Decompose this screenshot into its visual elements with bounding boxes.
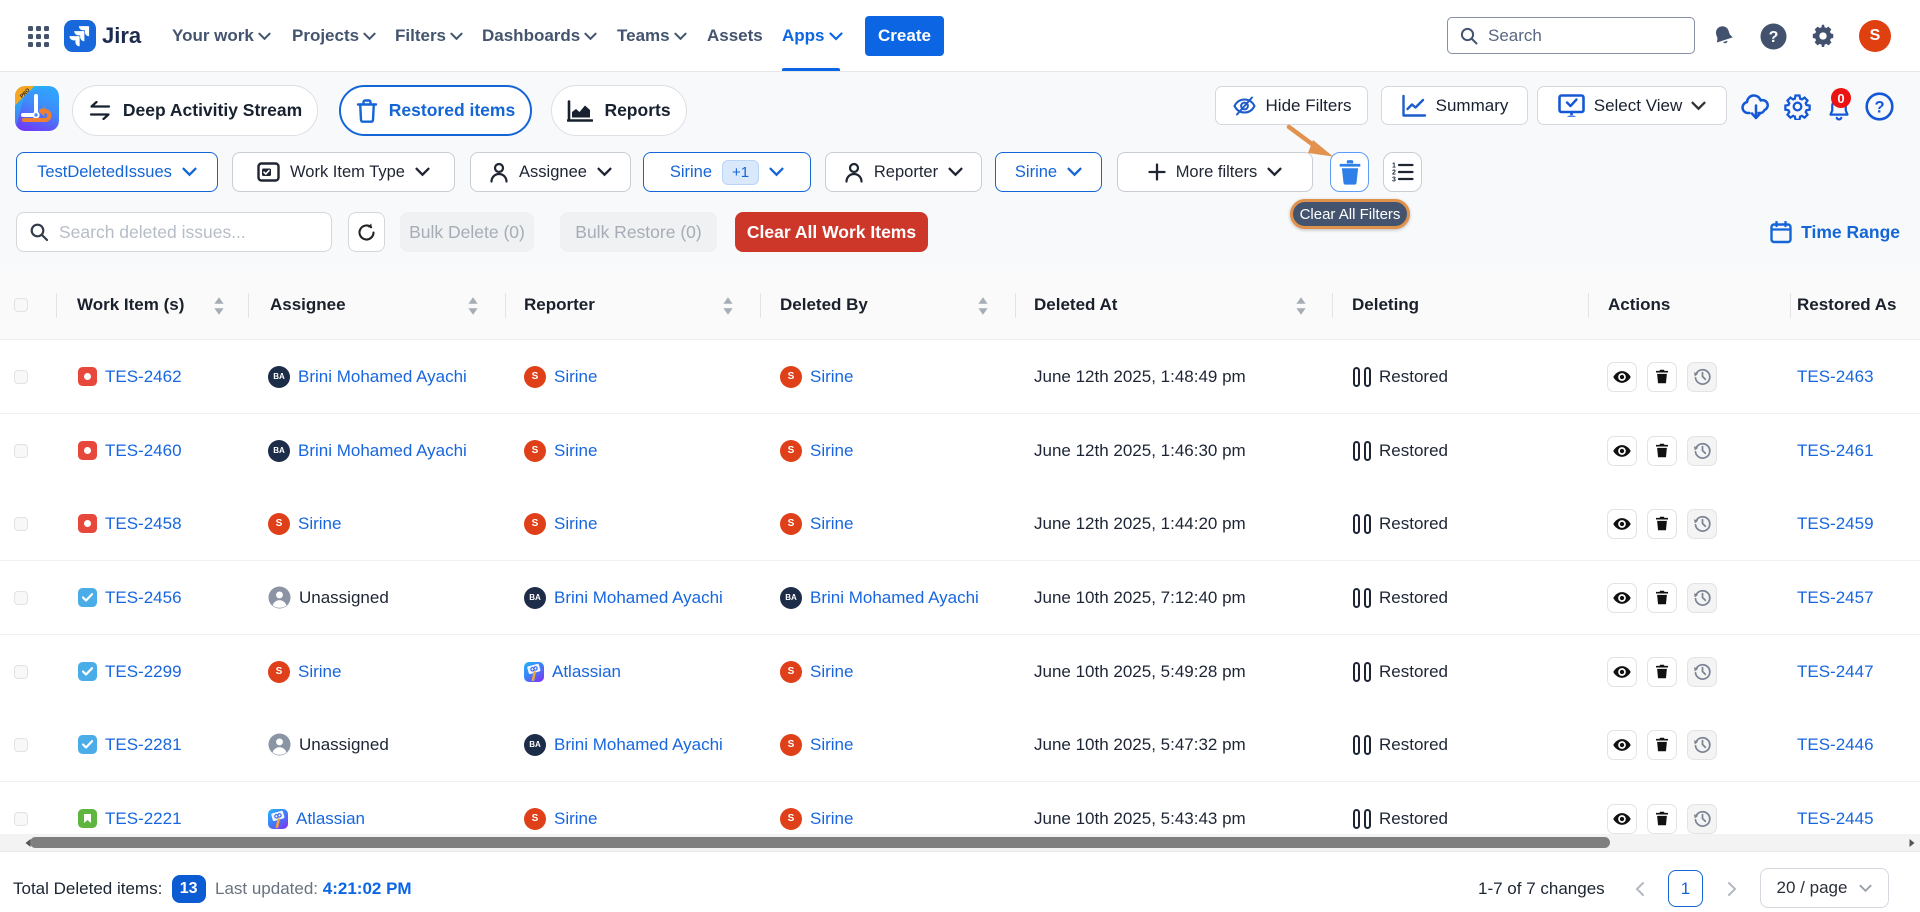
svg-text:2: 2 [1392,170,1396,177]
svg-text:?: ? [1769,29,1779,46]
svg-text:1: 1 [1392,163,1396,170]
svg-text:?: ? [1874,99,1884,117]
svg-text:3: 3 [1392,177,1396,184]
